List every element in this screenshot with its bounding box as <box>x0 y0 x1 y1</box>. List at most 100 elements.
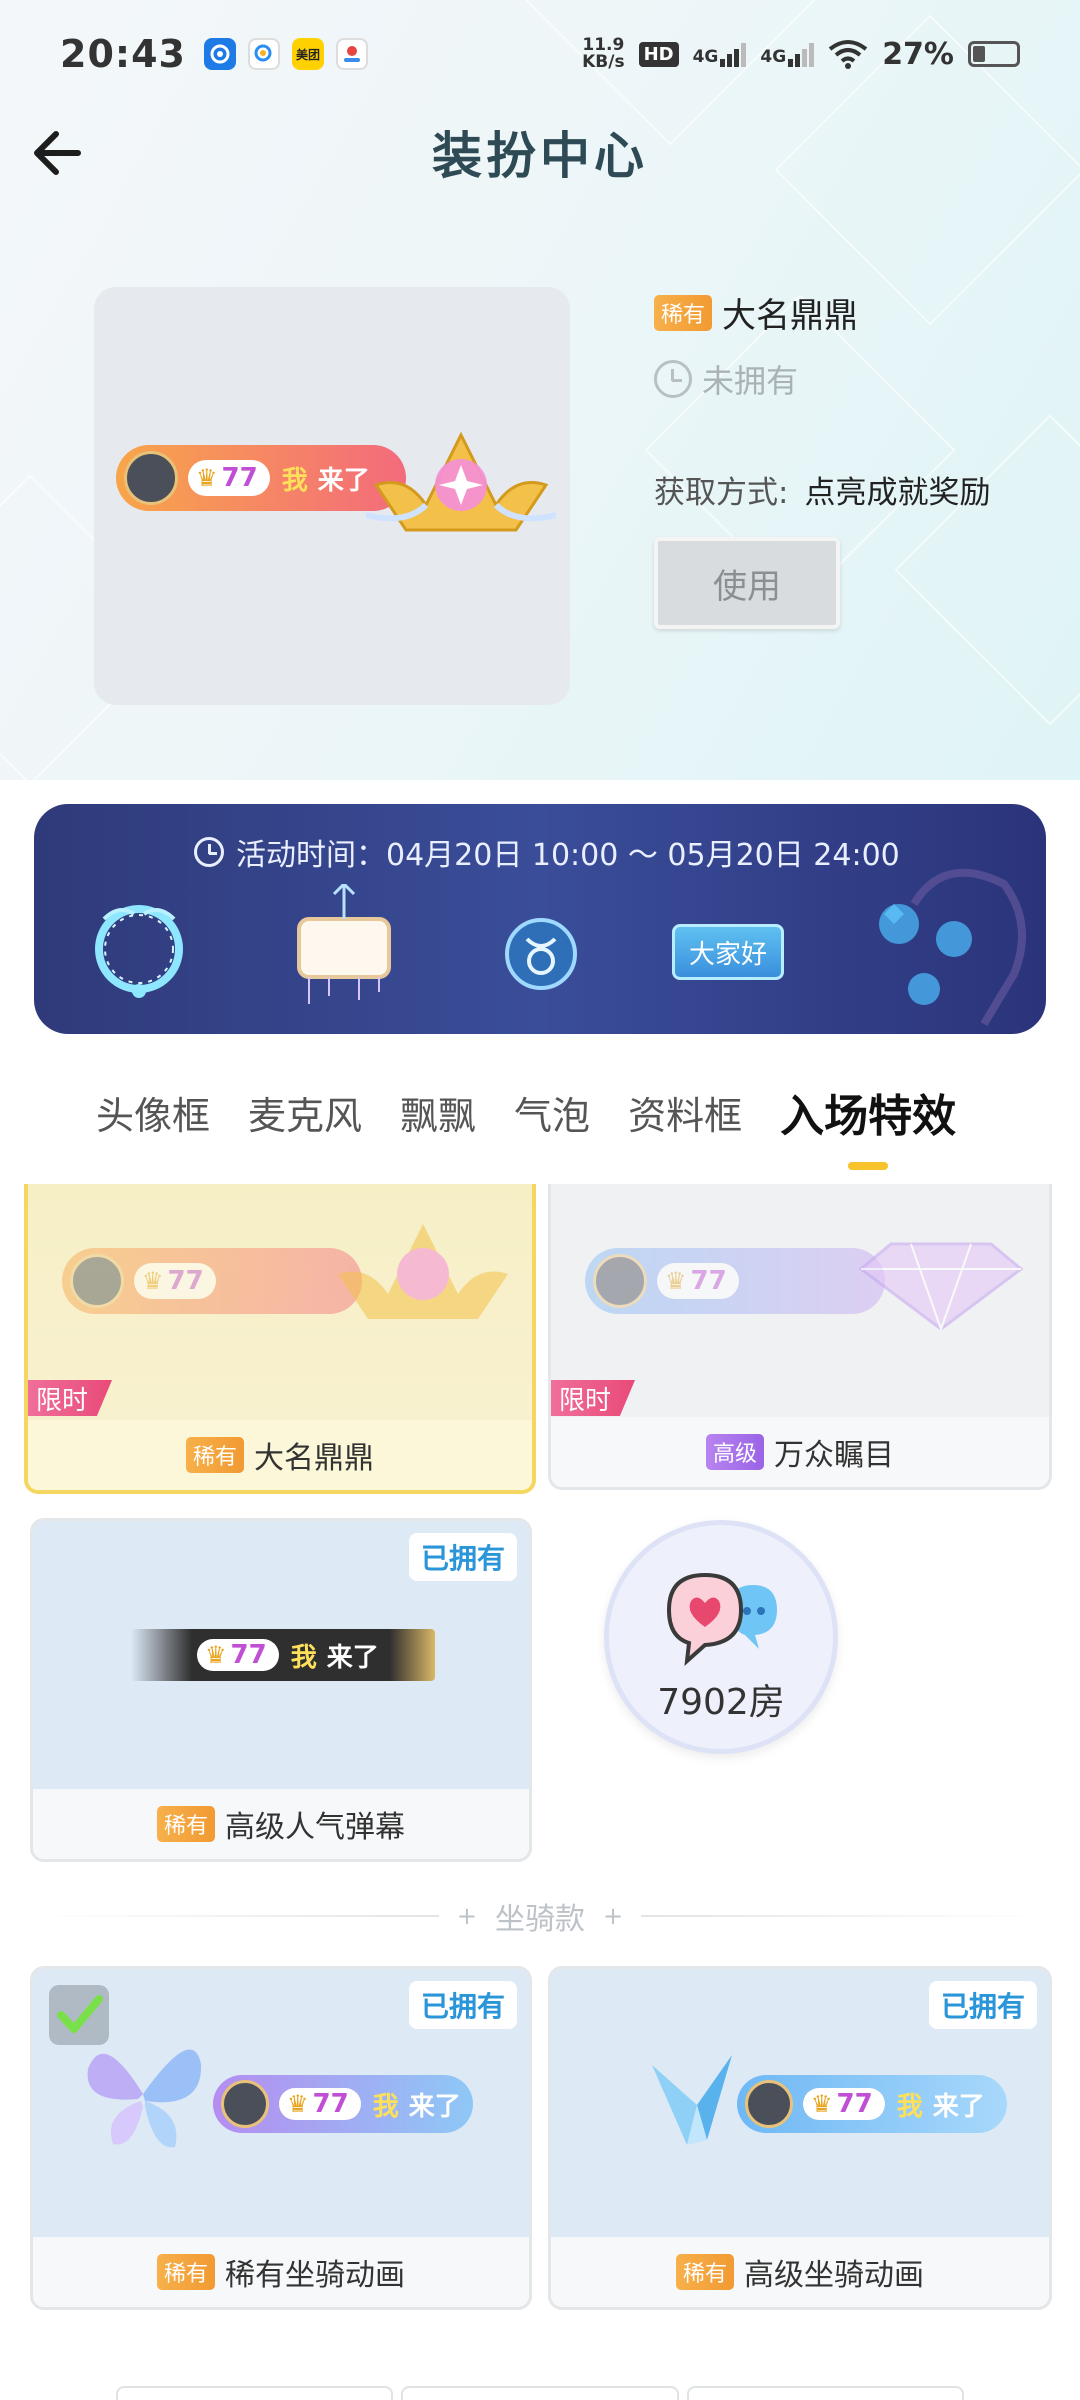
avatar <box>124 451 178 505</box>
crown-decoration-icon <box>338 1224 508 1319</box>
card-preview: ♛ 77 限时 <box>551 1184 1049 1420</box>
plus-icon: + <box>456 1902 477 1930</box>
mount-card[interactable]: ♛ 77 我来了 已拥有 稀有 稀有坐骑动画 <box>30 1966 532 2310</box>
tab-piaopiao[interactable]: 飘飘 <box>400 1085 476 1140</box>
crown-icon: ♛ <box>287 2090 309 2118</box>
tab-avatar-frame[interactable]: 头像框 <box>96 1085 210 1140</box>
crown-icon: ♛ <box>665 1267 687 1295</box>
level-badge: ♛ 77 <box>197 1639 279 1671</box>
rarity-tag: 稀有 <box>185 1437 244 1473</box>
profile-card-reward-icon <box>297 884 391 1004</box>
tab-profile-frame[interactable]: 资料框 <box>628 1085 742 1140</box>
battery-icon <box>968 41 1020 67</box>
use-button[interactable]: 使用 <box>654 537 840 629</box>
chat-bubble-reward: 大家好 <box>672 924 784 980</box>
avatar <box>70 1254 124 1308</box>
owned-tag: 已拥有 <box>928 1981 1037 2029</box>
entry-effect-card[interactable]: ♛ 77 限时 高级 万众瞩目 <box>548 1184 1052 1490</box>
crown-icon: ♛ <box>811 2090 833 2118</box>
rarity-tag: 稀有 <box>156 2254 215 2290</box>
status-indicators: 11.9 KB/s HD 4G 4G 27% <box>582 37 1020 72</box>
section-separator: + 坐骑款 + <box>30 1896 1050 1937</box>
entry-text: 我来了 <box>896 2091 985 2122</box>
ownership-status: 未拥有 <box>654 356 798 402</box>
card-preview: ♛ 77 我来了 已拥有 <box>33 1521 529 1789</box>
plus-icon: + <box>603 1902 624 1930</box>
status-time: 20:43 <box>60 32 186 76</box>
rarity-tag: 稀有 <box>156 1806 215 1842</box>
taurus-badge-icon <box>505 918 577 990</box>
status-app-icons: 美团 <box>203 38 368 70</box>
clock-icon <box>194 837 224 867</box>
crown-icon: ♛ <box>142 1267 164 1295</box>
category-tabs: 头像框 麦克风 飘飘 气泡 资料框 入场特效 <box>0 1062 1080 1162</box>
tab-microphone[interactable]: 麦克风 <box>248 1085 362 1140</box>
signal-icon: 4G <box>693 41 747 67</box>
search-app-icon <box>247 38 280 70</box>
meituan-icon: 美团 <box>291 38 324 70</box>
card-label: 稀有 高级坐骑动画 <box>551 2237 1049 2307</box>
entry-effect-bar: ♛ 77 <box>62 1248 362 1314</box>
diamond-decoration-icon <box>858 1242 1024 1333</box>
entry-effect-card[interactable]: ♛ 77 限时 稀有 大名鼎鼎 <box>24 1184 536 1494</box>
entry-text: 我来了 <box>372 2091 461 2122</box>
butterfly-icon <box>87 2049 202 2148</box>
avatar <box>221 2080 269 2128</box>
crown-icon: ♛ <box>196 464 218 492</box>
crown-icon: ♛ <box>205 1641 227 1669</box>
mount-card[interactable]: ♛ 77 我来了 已拥有 稀有 高级坐骑动画 <box>548 1966 1052 2310</box>
avatar <box>745 2080 793 2128</box>
limited-time-tag: 限时 <box>28 1380 113 1416</box>
battery-percent: 27% <box>882 36 954 72</box>
card-label: 稀有 稀有坐骑动画 <box>33 2237 529 2307</box>
item-name: 稀有 大名鼎鼎 <box>654 288 858 337</box>
level-badge: ♛ 77 <box>657 1263 739 1299</box>
rarity-tag: 稀有 <box>675 2254 734 2290</box>
clock-icon <box>654 360 692 398</box>
room-floating-button[interactable]: 7902房 <box>604 1520 838 1754</box>
event-banner[interactable]: 活动时间：04月20日 10:00 ～ 05月20日 24:00 大家好 <box>34 804 1046 1034</box>
section-title: 坐骑款 <box>495 1902 585 1937</box>
header: 装扮中心 <box>0 108 1080 196</box>
acquire-method: 获取方式: 点亮成就奖励 <box>654 475 991 511</box>
level-badge: ♛ 77 <box>279 2088 361 2120</box>
crown-decoration-icon <box>366 431 556 532</box>
entry-effect-bar: ♛ 77 我来了 <box>213 2075 473 2133</box>
signal-icon: 4G <box>760 41 815 67</box>
avatar <box>593 1254 647 1308</box>
card-preview: ♛ 77 我来了 已拥有 <box>551 1969 1049 2237</box>
entry-effect-bar: ♛ 77 我来了 <box>116 445 406 511</box>
network-speed: 11.9 KB/s <box>582 35 625 72</box>
entry-effect-bar: ♛ 77 我来了 <box>131 1629 435 1681</box>
entry-text: 我来了 <box>281 465 370 496</box>
entry-effect-bar: ♛ 77 <box>585 1248 885 1314</box>
taurus-decoration-icon <box>879 868 1026 1027</box>
page-title: 装扮中心 <box>432 127 648 185</box>
limited-time-tag: 限时 <box>551 1380 636 1416</box>
room-number: 7902房 <box>657 1682 785 1723</box>
tab-entry-effect[interactable]: 入场特效 <box>780 1080 956 1144</box>
level-badge: ♛ 77 <box>188 460 270 496</box>
status-bar: 20:43 美团 11.9 KB/s HD 4G 4G 27% <box>0 0 1080 108</box>
level-badge: ♛ 77 <box>803 2088 885 2120</box>
owned-tag: 已拥有 <box>408 1533 517 1581</box>
tab-bubble[interactable]: 气泡 <box>514 1085 590 1140</box>
entry-text: 我来了 <box>290 1642 379 1673</box>
card-preview: ♛ 77 限时 <box>28 1184 532 1420</box>
item-preview: ♛ 77 我来了 <box>94 287 570 705</box>
wifi-icon <box>828 40 868 69</box>
selected-checkbox[interactable] <box>49 1985 109 2045</box>
back-arrow-icon[interactable] <box>26 120 92 186</box>
back-button[interactable] <box>26 120 92 186</box>
event-time: 活动时间：04月20日 10:00 ～ 05月20日 24:00 <box>194 830 900 874</box>
card-preview: ♛ 77 我来了 已拥有 <box>33 1969 529 2237</box>
check-icon <box>57 1995 103 2033</box>
entry-effect-card[interactable]: ♛ 77 我来了 已拥有 稀有 高级人气弹幕 <box>30 1518 532 1862</box>
card-label: 稀有 高级人气弹幕 <box>33 1789 529 1859</box>
card-label: 稀有 大名鼎鼎 <box>28 1420 532 1490</box>
avatar-frame-reward-icon <box>95 905 183 998</box>
paper-crane-icon <box>652 2055 732 2145</box>
card-label: 高级 万众瞩目 <box>551 1417 1049 1487</box>
level-badge: ♛ 77 <box>134 1263 216 1299</box>
rarity-tag: 高级 <box>705 1434 764 1470</box>
